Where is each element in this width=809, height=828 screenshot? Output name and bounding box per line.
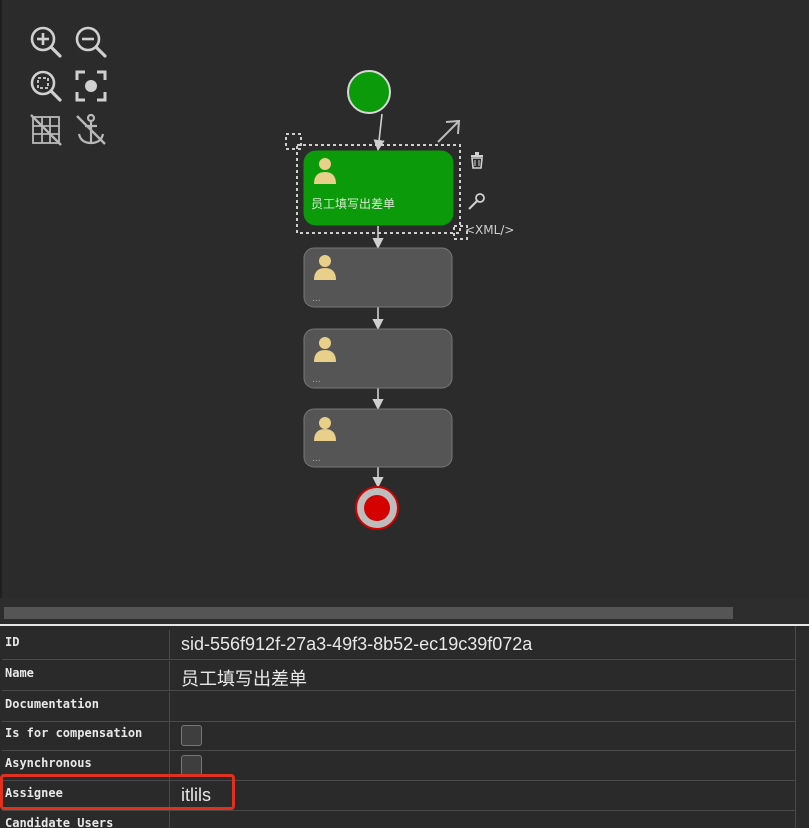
user-task[interactable] [303,247,453,308]
properties-panel: ID sid-556f912f-27a3-49f3-8b52-ec19c39f0… [0,624,809,828]
documentation-field[interactable] [171,692,796,721]
property-key: Assignee [2,781,170,810]
property-row-id: ID sid-556f912f-27a3-49f3-8b52-ec19c39f0… [2,630,796,660]
asynchronous-checkbox[interactable] [181,755,202,776]
asynchronous-value [171,751,796,780]
property-key: ID [2,630,170,659]
user-task-selected[interactable] [303,150,454,226]
id-field[interactable]: sid-556f912f-27a3-49f3-8b52-ec19c39f072a [171,630,796,659]
property-row-assignee: Assignee itlils [2,781,796,811]
property-key: Documentation [2,692,170,721]
property-row-compensation: Is for compensation [2,721,796,751]
column-divider [795,626,796,828]
selection-handle [285,133,302,150]
property-key: Asynchronous [2,751,170,780]
bpmn-diagram [285,70,485,530]
property-key: Candidate Users [2,811,170,828]
compensation-checkbox[interactable] [181,725,202,746]
property-row-name: Name 员工填写出差单 [2,661,796,691]
name-field[interactable]: 员工填写出差单 [171,661,796,690]
trash-icon[interactable] [471,152,483,169]
scrollbar-thumb[interactable] [4,607,733,619]
assignee-field[interactable]: itlils [171,781,796,810]
property-row-candidate-users: Candidate Users [2,811,796,828]
property-key: Name [2,661,170,690]
end-event[interactable] [355,486,399,530]
task-label: ... [312,454,321,464]
property-key: Is for compensation [2,721,170,750]
horizontal-scrollbar[interactable] [0,598,809,624]
task-label: ... [312,375,321,385]
task-label: ... [312,294,321,304]
wrench-icon[interactable] [468,193,485,210]
user-task[interactable] [303,408,453,468]
property-row-asynchronous: Asynchronous [2,751,796,781]
resize-arrow-icon[interactable] [437,119,461,143]
compensation-value [171,721,796,750]
user-task[interactable] [303,328,453,389]
xml-view-link[interactable]: <XML/> [465,223,514,237]
diagram-canvas[interactable]: 员工填写出差单 ... ... ... <XML/> [0,0,809,598]
start-event[interactable] [347,70,391,114]
property-row-documentation: Documentation [2,692,796,722]
candidate-users-field[interactable] [171,811,796,828]
task-label: 员工填写出差单 [311,197,396,211]
